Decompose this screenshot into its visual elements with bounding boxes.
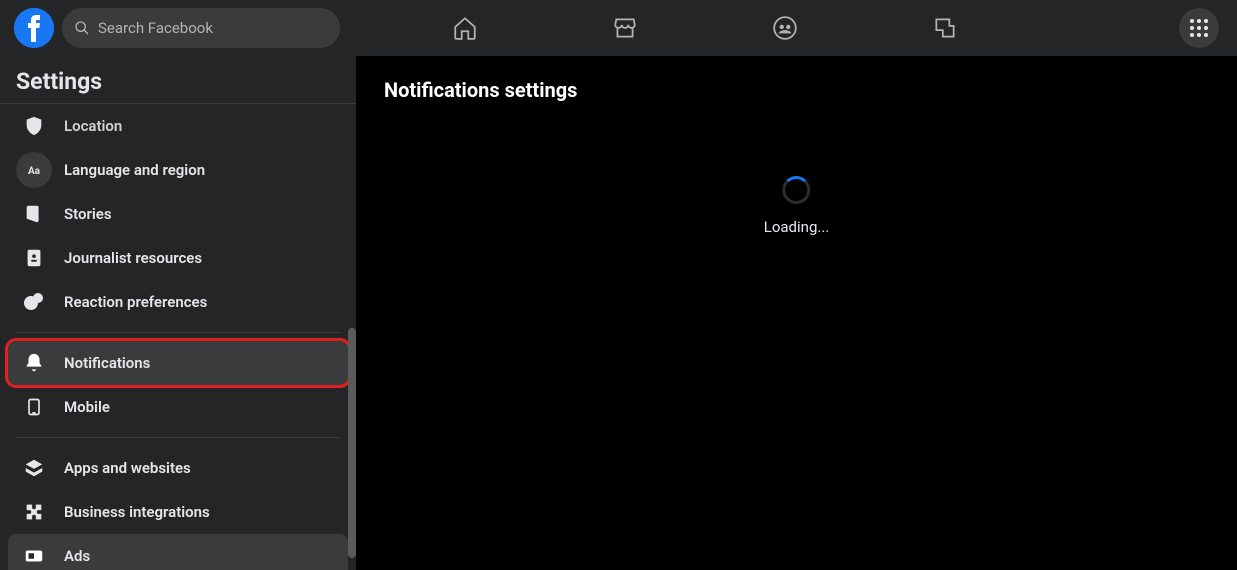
search-icon <box>74 20 90 36</box>
sidebar-item-mobile[interactable]: Mobile <box>8 385 348 429</box>
nav-gaming[interactable] <box>900 0 990 56</box>
marketplace-icon <box>612 15 638 41</box>
sidebar-item-label: Reaction preferences <box>64 293 207 311</box>
menu-button[interactable] <box>1179 8 1219 48</box>
sidebar-item-label: Journalist resources <box>64 249 202 267</box>
bell-icon <box>16 345 52 381</box>
sidebar-item-ads[interactable]: Ads <box>8 534 348 570</box>
shield-icon <box>16 108 52 144</box>
stories-icon <box>16 196 52 232</box>
main-content: Notifications settings Loading... <box>356 56 1237 570</box>
home-icon <box>452 15 478 41</box>
nav-marketplace[interactable] <box>580 0 670 56</box>
sidebar-item-language[interactable]: Aa Language and region <box>8 148 348 192</box>
search-placeholder: Search Facebook <box>98 19 213 37</box>
sidebar-item-label: Apps and websites <box>64 459 191 477</box>
topbar: Search Facebook <box>0 0 1237 56</box>
ads-icon <box>16 538 52 570</box>
sidebar-item-business[interactable]: Business integrations <box>8 490 348 534</box>
sidebar-item-notifications[interactable]: Notifications <box>8 341 348 385</box>
groups-icon <box>772 15 798 41</box>
nav-groups[interactable] <box>740 0 830 56</box>
separator <box>16 437 340 438</box>
facebook-logo[interactable] <box>14 8 54 48</box>
spinner-icon <box>782 176 810 204</box>
reactions-icon <box>16 284 52 320</box>
sidebar-item-label: Location <box>64 117 122 135</box>
scrollbar-thumb[interactable] <box>348 328 356 558</box>
apps-icon <box>16 450 52 486</box>
separator <box>16 332 340 333</box>
sidebar-item-reactions[interactable]: Reaction preferences <box>8 280 348 324</box>
sidebar-item-apps[interactable]: Apps and websites <box>8 446 348 490</box>
top-navigation <box>420 0 990 56</box>
loading-text: Loading... <box>764 218 829 236</box>
sidebar-item-stories[interactable]: Stories <box>8 192 348 236</box>
language-icon: Aa <box>16 152 52 188</box>
sidebar-item-label: Stories <box>64 205 112 223</box>
puzzle-icon <box>16 494 52 530</box>
badge-icon <box>16 240 52 276</box>
settings-sidebar: Settings Location Aa Language and region… <box>0 56 356 570</box>
gaming-icon <box>932 15 958 41</box>
sidebar-item-label: Ads <box>64 547 90 565</box>
loading-indicator: Loading... <box>764 176 829 236</box>
mobile-icon <box>16 389 52 425</box>
sidebar-item-label: Business integrations <box>64 503 210 521</box>
nav-home[interactable] <box>420 0 510 56</box>
sidebar-title: Settings <box>0 56 356 104</box>
sidebar-item-location[interactable]: Location <box>8 104 348 148</box>
page-title: Notifications settings <box>384 78 1209 102</box>
sidebar-item-journalist[interactable]: Journalist resources <box>8 236 348 280</box>
sidebar-item-label: Language and region <box>64 161 205 179</box>
sidebar-item-label: Notifications <box>64 354 150 372</box>
sidebar-item-label: Mobile <box>64 398 110 416</box>
search-input[interactable]: Search Facebook <box>62 8 340 48</box>
grid-icon <box>1190 19 1208 37</box>
svg-text:Aa: Aa <box>28 166 41 177</box>
